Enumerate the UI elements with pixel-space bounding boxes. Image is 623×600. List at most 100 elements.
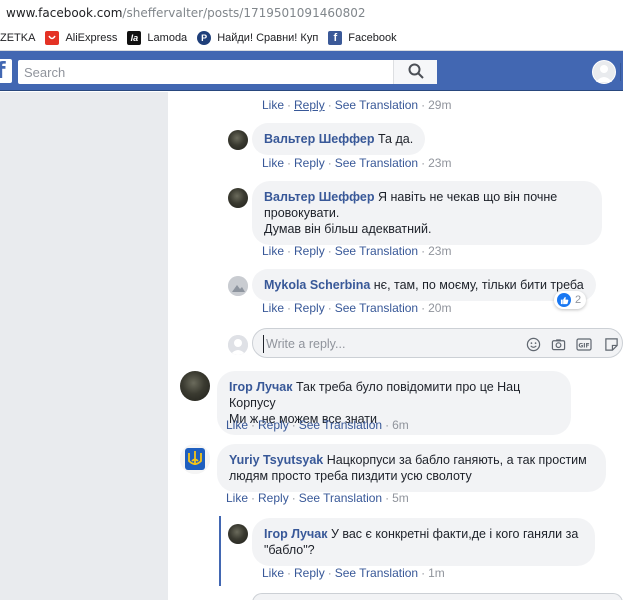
- reaction-count[interactable]: 2: [554, 291, 587, 309]
- sticker-icon[interactable]: [603, 336, 619, 352]
- address-bar[interactable]: www.facebook.com/sheffervalter/posts/171…: [0, 0, 623, 26]
- bookmarks-bar: ZETKA AliExpress la Lamoda P Найди! Срав…: [0, 26, 623, 51]
- bookmark-label: Lamoda: [147, 32, 188, 44]
- comment-actions: Like · Reply · See Translation · 6m: [226, 418, 409, 432]
- reply-link[interactable]: Reply: [294, 244, 325, 258]
- bookmark-zetka[interactable]: ZETKA: [0, 32, 35, 44]
- url-path: /sheffervalter/posts/1719501091460802: [122, 6, 366, 20]
- bookmark-aliexpress[interactable]: AliExpress: [45, 31, 117, 45]
- avatar[interactable]: [180, 444, 210, 474]
- comment-actions: Like · Reply · See Translation · 1m: [262, 566, 445, 580]
- comment-text: Та да.: [377, 132, 414, 146]
- timestamp[interactable]: 1m: [428, 566, 445, 580]
- comment-text-line: У вас є конкретні факти,де і кого ганяли…: [330, 527, 579, 541]
- avatar[interactable]: [228, 130, 248, 150]
- comment-author[interactable]: Вальтер Шеффер: [264, 190, 375, 204]
- svg-text:GIF: GIF: [578, 342, 589, 349]
- like-link[interactable]: Like: [262, 156, 284, 170]
- reply-input[interactable]: [263, 335, 513, 353]
- bookmark-label: Facebook: [348, 32, 397, 44]
- bookmark-facebook[interactable]: f Facebook: [328, 31, 397, 45]
- comment-bubble: Mykola Scherbina нє, там, по моєму, тіль…: [252, 269, 596, 301]
- like-link[interactable]: Like: [226, 418, 248, 432]
- comment-text-line: Нацкорпуси за бабло ганяють, а так прост…: [326, 453, 587, 467]
- comment-author[interactable]: Вальтер Шеффер: [264, 132, 375, 146]
- reply-thread-line: [219, 516, 221, 586]
- comment-text-line: провокувати.: [264, 206, 340, 220]
- timestamp[interactable]: 29m: [428, 98, 451, 112]
- like-link[interactable]: Like: [262, 566, 284, 580]
- comment-actions: Like · Reply · See Translation · 23m: [262, 156, 452, 170]
- comment-text-line: Думав він більш адекватний.: [264, 222, 432, 236]
- avatar[interactable]: [228, 276, 248, 296]
- bookmark-lamoda[interactable]: la Lamoda: [127, 31, 187, 45]
- comment-bubble: Yuriy Tsyutsyak Нацкорпуси за бабло ганя…: [217, 444, 606, 492]
- search-box: [18, 60, 437, 84]
- timestamp[interactable]: 23m: [428, 244, 451, 258]
- comment-actions: Like · Reply · See Translation · 5m: [226, 491, 409, 505]
- timestamp[interactable]: 6m: [392, 418, 409, 432]
- aliexpress-icon: [45, 31, 60, 45]
- like-link[interactable]: Like: [262, 244, 284, 258]
- search-button[interactable]: [393, 60, 437, 84]
- like-reaction-icon: [557, 293, 571, 307]
- comment-author[interactable]: Ігор Лучак: [229, 380, 292, 394]
- comment-actions: Like · Reply · See Translation · 20m: [262, 301, 452, 315]
- url-domain: www.facebook.com: [6, 6, 123, 20]
- reply-link[interactable]: Reply: [258, 491, 289, 505]
- comment-author[interactable]: Mykola Scherbina: [264, 278, 370, 292]
- see-translation-link[interactable]: See Translation: [335, 301, 418, 315]
- profile-avatar[interactable]: [592, 60, 616, 84]
- comment-bubble: Вальтер Шеффер Я навіть не чекав що він …: [252, 181, 602, 245]
- reply-link[interactable]: Reply: [294, 156, 325, 170]
- see-translation-link[interactable]: See Translation: [335, 98, 418, 112]
- reply-box: GIF: [252, 328, 623, 358]
- see-translation-link[interactable]: See Translation: [299, 491, 382, 505]
- comment-text: нє, там, по моєму, тільки бити треба: [373, 278, 584, 292]
- avatar[interactable]: [180, 371, 210, 401]
- price-ru-icon: P: [197, 31, 212, 45]
- timestamp[interactable]: 20m: [428, 301, 451, 315]
- like-link[interactable]: Like: [262, 301, 284, 315]
- comment-text-line: Я навіть не чекав що він почне: [377, 190, 558, 204]
- timestamp[interactable]: 5m: [392, 491, 409, 505]
- reply-link[interactable]: Reply: [294, 566, 325, 580]
- facebook-logo-icon[interactable]: f: [0, 59, 12, 83]
- left-sidebar-area: [0, 92, 168, 600]
- reply-link[interactable]: Reply: [294, 98, 325, 112]
- gif-icon[interactable]: GIF: [576, 336, 592, 352]
- camera-icon[interactable]: [550, 336, 566, 352]
- reply-link[interactable]: Reply: [258, 418, 289, 432]
- emoji-icon[interactable]: [525, 336, 541, 352]
- next-reply-box: [252, 593, 623, 600]
- lamoda-icon: la: [127, 31, 142, 45]
- comment-bubble: Ігор Лучак У вас є конкретні факти,де і …: [252, 518, 595, 566]
- reaction-number: 2: [575, 294, 582, 306]
- see-translation-link[interactable]: See Translation: [299, 418, 382, 432]
- comment-text-line: людям просто треба пиздити усю сволоту: [229, 469, 472, 483]
- comment-bubble: Вальтер Шеффер Та да.: [252, 123, 426, 155]
- avatar[interactable]: [228, 524, 248, 544]
- bookmark-label: AliExpress: [65, 32, 118, 44]
- comment-actions: Like · Reply · See Translation · 29m: [262, 98, 452, 112]
- like-link[interactable]: Like: [226, 491, 248, 505]
- avatar[interactable]: [228, 188, 248, 208]
- search-icon: [408, 63, 424, 82]
- facebook-icon: f: [328, 31, 343, 45]
- comment-author[interactable]: Yuriy Tsyutsyak: [229, 453, 323, 467]
- comment-text-line: "бабло"?: [264, 543, 315, 557]
- see-translation-link[interactable]: See Translation: [335, 244, 418, 258]
- bookmark-label: Найди! Сравни! Куп: [217, 32, 319, 44]
- bookmark-label: ZETKA: [0, 32, 36, 44]
- reply-link[interactable]: Reply: [294, 301, 325, 315]
- my-avatar: [228, 335, 248, 355]
- header-divider: [620, 63, 621, 81]
- bookmark-price[interactable]: P Найди! Сравни! Куп: [197, 31, 318, 45]
- comment-author[interactable]: Ігор Лучак: [264, 527, 327, 541]
- like-link[interactable]: Like: [262, 98, 284, 112]
- see-translation-link[interactable]: See Translation: [335, 566, 418, 580]
- see-translation-link[interactable]: See Translation: [335, 156, 418, 170]
- facebook-header: f: [0, 51, 623, 91]
- timestamp[interactable]: 23m: [428, 156, 451, 170]
- search-input[interactable]: [18, 61, 398, 83]
